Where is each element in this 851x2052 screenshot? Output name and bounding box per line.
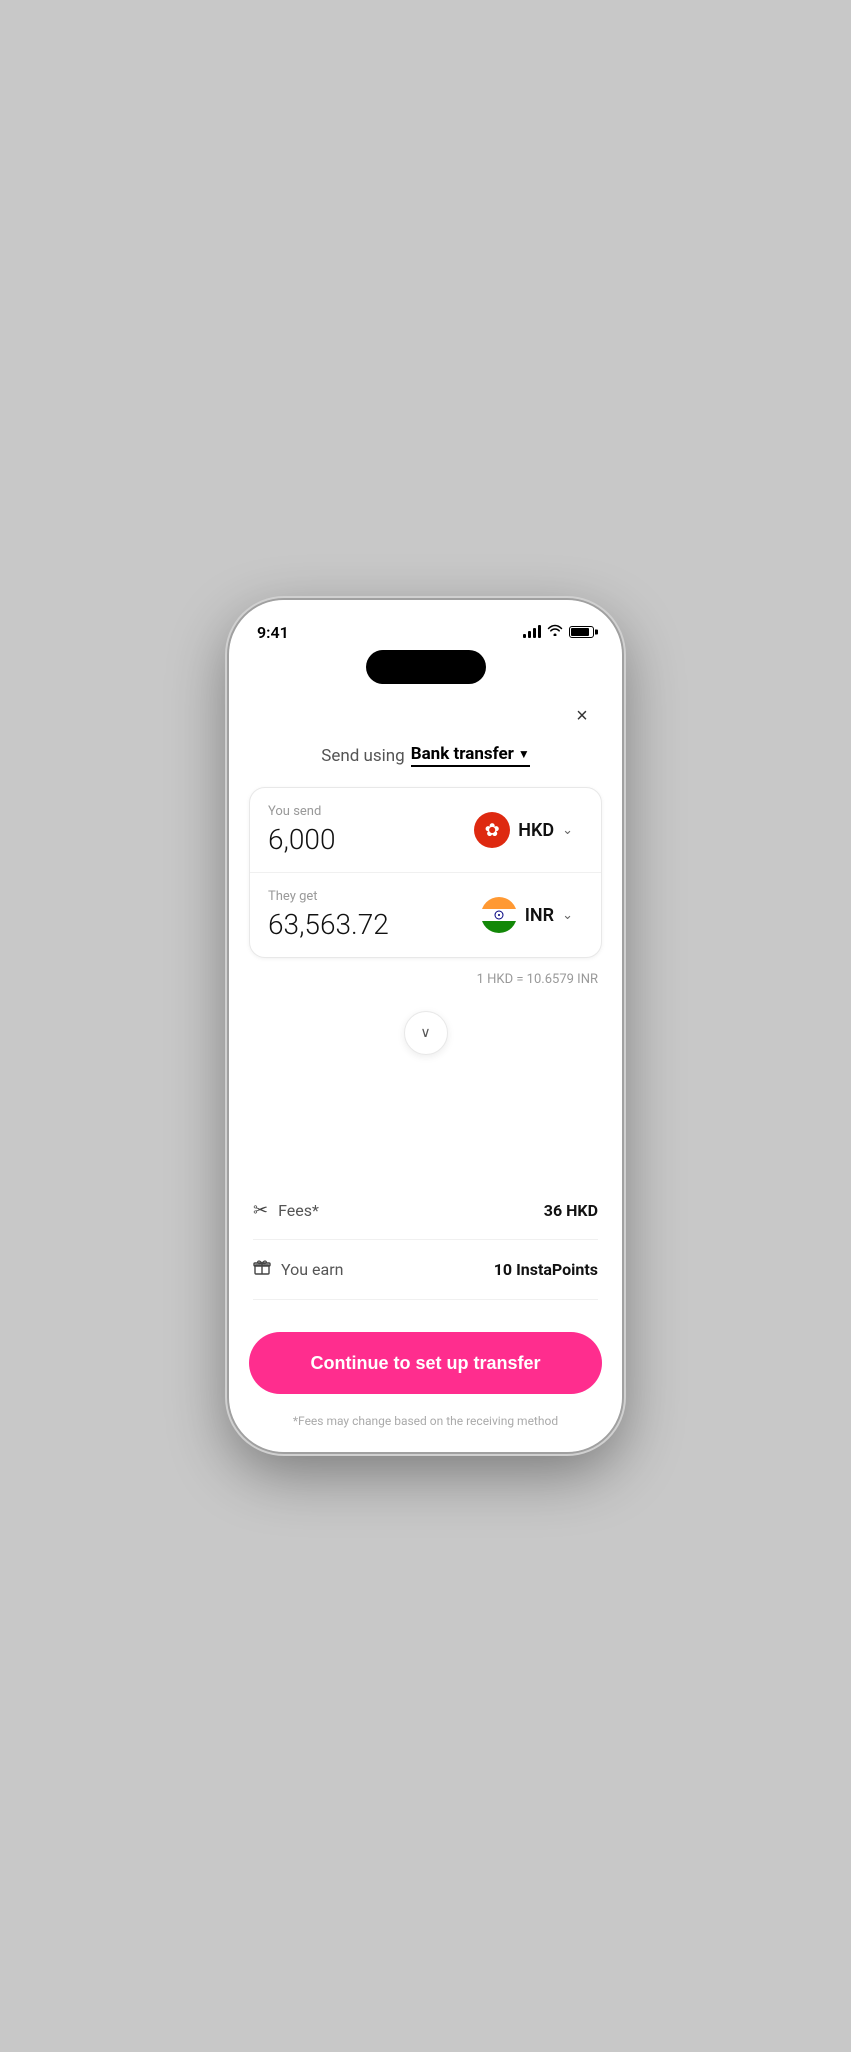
cta-section: Continue to set up transfer bbox=[229, 1308, 622, 1404]
they-get-amount-section: They get 63,563.72 bbox=[268, 889, 471, 941]
currency-card: You send 6,000 ✿ HKD ⌄ They get 63,563.7… bbox=[249, 787, 602, 958]
disclaimer-text: *Fees may change based on the receiving … bbox=[293, 1414, 558, 1428]
exchange-rate: 1 HKD = 10.6579 INR bbox=[229, 964, 622, 1003]
exchange-rate-text: 1 HKD = 10.6579 INR bbox=[477, 972, 598, 987]
battery-icon bbox=[569, 626, 594, 638]
send-method-selector[interactable]: Bank transfer ▼ bbox=[411, 744, 530, 767]
earn-row: You earn 10 InstaPoints bbox=[253, 1240, 598, 1300]
expand-chevron-icon: ∨ bbox=[420, 1025, 430, 1041]
fees-label: Fees* bbox=[278, 1201, 319, 1220]
gift-icon bbox=[253, 1258, 271, 1281]
signal-icon bbox=[523, 626, 541, 638]
inr-flag bbox=[481, 897, 517, 933]
scissors-icon: ✂ bbox=[253, 1200, 268, 1221]
fees-value: 36 HKD bbox=[544, 1201, 598, 1220]
status-icons bbox=[523, 624, 594, 640]
they-get-label: They get bbox=[268, 889, 471, 904]
hkd-currency-code: HKD bbox=[518, 820, 554, 841]
you-send-amount[interactable]: 6,000 bbox=[268, 823, 464, 856]
wifi-icon bbox=[547, 624, 563, 640]
spacer bbox=[229, 1071, 622, 1182]
header: × bbox=[229, 684, 622, 740]
app-content: × Send using Bank transfer ▼ You send 6,… bbox=[229, 684, 622, 1452]
fees-left: ✂ Fees* bbox=[253, 1200, 319, 1221]
send-method-arrow-icon: ▼ bbox=[518, 747, 530, 761]
expand-section: ∨ bbox=[229, 1003, 622, 1071]
hkd-currency-selector[interactable]: ✿ HKD ⌄ bbox=[464, 806, 583, 854]
you-send-row: You send 6,000 ✿ HKD ⌄ bbox=[250, 788, 601, 872]
phone-screen: 9:41 bbox=[229, 600, 622, 1452]
inr-currency-selector[interactable]: INR ⌄ bbox=[471, 891, 583, 939]
fee-section: ✂ Fees* 36 HKD bbox=[229, 1182, 622, 1300]
send-using-label: Send using bbox=[321, 746, 405, 766]
earn-left: You earn bbox=[253, 1258, 343, 1281]
phone-frame: 9:41 bbox=[229, 600, 622, 1452]
disclaimer: *Fees may change based on the receiving … bbox=[229, 1404, 622, 1452]
continue-button[interactable]: Continue to set up transfer bbox=[249, 1332, 602, 1394]
you-send-label: You send bbox=[268, 804, 464, 819]
you-send-amount-section: You send 6,000 bbox=[268, 804, 464, 856]
earn-value: 10 InstaPoints bbox=[494, 1260, 598, 1279]
earn-label: You earn bbox=[281, 1260, 343, 1279]
hkd-flag: ✿ bbox=[474, 812, 510, 848]
expand-button[interactable]: ∨ bbox=[404, 1011, 448, 1055]
dynamic-island bbox=[366, 650, 486, 684]
hkd-currency-chevron-icon: ⌄ bbox=[562, 823, 573, 838]
send-method-label: Bank transfer bbox=[411, 744, 514, 764]
status-time: 9:41 bbox=[257, 623, 289, 642]
send-using-row: Send using Bank transfer ▼ bbox=[229, 740, 622, 787]
status-bar: 9:41 bbox=[229, 600, 622, 650]
inr-currency-code: INR bbox=[525, 905, 554, 926]
fees-row: ✂ Fees* 36 HKD bbox=[253, 1182, 598, 1240]
they-get-row: They get 63,563.72 bbox=[250, 872, 601, 957]
they-get-amount[interactable]: 63,563.72 bbox=[268, 908, 471, 941]
inr-currency-chevron-icon: ⌄ bbox=[562, 908, 573, 923]
close-button[interactable]: × bbox=[566, 700, 598, 732]
